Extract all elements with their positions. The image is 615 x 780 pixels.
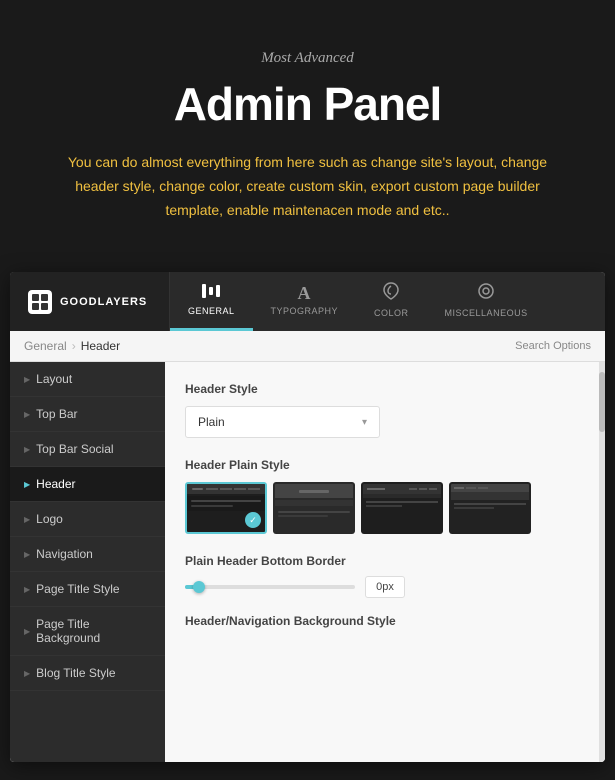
slider-section: Plain Header Bottom Border 0px xyxy=(185,554,585,598)
tab-general-label: GENERAL xyxy=(188,306,235,316)
sidebar-item-header[interactable]: ▶ Header xyxy=(10,467,165,502)
miscellaneous-icon xyxy=(477,282,495,304)
sidebar-item-top-bar-social[interactable]: ▶ Top Bar Social xyxy=(10,432,165,467)
breadcrumb: General › Header xyxy=(24,339,120,353)
scroll-thumb[interactable] xyxy=(599,372,605,432)
sidebar-item-page-title-background[interactable]: ▶ Page Title Background xyxy=(10,607,165,656)
hero-description: You can do almost everything from here s… xyxy=(58,151,558,222)
hero-section: Most Advanced Admin Panel You can do alm… xyxy=(0,0,615,262)
header-plain-style-label: Header Plain Style xyxy=(185,458,585,472)
tab-color-label: COLOR xyxy=(374,308,409,318)
logo-icon xyxy=(28,290,52,314)
style-card-1[interactable]: ✓ xyxy=(185,482,267,534)
sidebar-arrow-blog-title-style: ▶ xyxy=(24,669,30,678)
sidebar: ▶ Layout ▶ Top Bar ▶ Top Bar Social ▶ He… xyxy=(10,362,165,762)
sidebar-label-navigation: Navigation xyxy=(36,547,93,561)
style-cards-container: ✓ xyxy=(185,482,585,534)
sidebar-label-layout: Layout xyxy=(36,372,72,386)
search-options-link[interactable]: Search Options xyxy=(515,340,591,352)
breadcrumb-parent[interactable]: General xyxy=(24,339,67,353)
typography-icon: A xyxy=(298,284,312,302)
breadcrumb-separator: › xyxy=(72,339,76,353)
scrollbar[interactable] xyxy=(599,362,605,762)
slider-thumb[interactable] xyxy=(193,581,205,593)
sidebar-item-page-title-style[interactable]: ▶ Page Title Style xyxy=(10,572,165,607)
sidebar-arrow-page-title-style: ▶ xyxy=(24,585,30,594)
content-panel: Header Style Plain ▾ Header Plain Style xyxy=(165,362,605,762)
sidebar-arrow-logo: ▶ xyxy=(24,515,30,524)
slider-value-display: 0px xyxy=(365,576,405,598)
admin-header-bar: GOODLAYERS GENERAL A TYPOGRAPHY xyxy=(10,272,605,331)
hero-title: Admin Panel xyxy=(30,77,585,131)
main-content: ▶ Layout ▶ Top Bar ▶ Top Bar Social ▶ He… xyxy=(10,362,605,762)
general-icon xyxy=(202,284,220,302)
sidebar-arrow-page-title-background: ▶ xyxy=(24,627,30,636)
slider-track[interactable] xyxy=(185,585,355,589)
tab-miscellaneous[interactable]: MISCELLANEOUS xyxy=(427,272,546,331)
sidebar-item-navigation[interactable]: ▶ Navigation xyxy=(10,537,165,572)
admin-tabs: GENERAL A TYPOGRAPHY COLOR xyxy=(170,272,605,331)
sidebar-item-blog-title-style[interactable]: ▶ Blog Title Style xyxy=(10,656,165,691)
tab-miscellaneous-label: MISCELLANEOUS xyxy=(445,308,528,318)
nav-background-style-label: Header/Navigation Background Style xyxy=(185,614,585,628)
sidebar-item-layout[interactable]: ▶ Layout xyxy=(10,362,165,397)
sidebar-label-header: Header xyxy=(36,477,75,491)
sidebar-label-page-title-background: Page Title Background xyxy=(36,617,151,645)
sidebar-label-page-title-style: Page Title Style xyxy=(36,582,119,596)
style-card-3[interactable] xyxy=(361,482,443,534)
tab-typography[interactable]: A TYPOGRAPHY xyxy=(253,272,357,331)
sidebar-item-logo[interactable]: ▶ Logo xyxy=(10,502,165,537)
logo-text: GOODLAYERS xyxy=(60,296,147,308)
breadcrumb-current: Header xyxy=(81,339,120,353)
goodlayers-icon xyxy=(31,293,49,311)
sidebar-arrow-top-bar-social: ▶ xyxy=(24,445,30,454)
sidebar-label-logo: Logo xyxy=(36,512,63,526)
color-icon xyxy=(382,282,400,304)
style-card-4[interactable] xyxy=(449,482,531,534)
card-check-icon: ✓ xyxy=(245,512,261,528)
sidebar-arrow-top-bar: ▶ xyxy=(24,410,30,419)
dropdown-value: Plain xyxy=(198,415,225,429)
sidebar-label-top-bar-social: Top Bar Social xyxy=(36,442,113,456)
sidebar-label-top-bar: Top Bar xyxy=(36,407,77,421)
tab-typography-label: TYPOGRAPHY xyxy=(271,306,339,316)
sidebar-label-blog-title-style: Blog Title Style xyxy=(36,666,115,680)
header-style-label: Header Style xyxy=(185,382,585,396)
breadcrumb-bar: General › Header Search Options xyxy=(10,331,605,362)
logo-tab: GOODLAYERS xyxy=(10,272,170,331)
sidebar-arrow-header: ▶ xyxy=(24,480,30,489)
slider-label: Plain Header Bottom Border xyxy=(185,554,585,568)
sidebar-arrow-layout: ▶ xyxy=(24,375,30,384)
dropdown-arrow-icon: ▾ xyxy=(362,417,367,428)
admin-panel: GOODLAYERS GENERAL A TYPOGRAPHY xyxy=(10,272,605,762)
header-style-dropdown[interactable]: Plain ▾ xyxy=(185,406,380,438)
sidebar-item-top-bar[interactable]: ▶ Top Bar xyxy=(10,397,165,432)
style-card-2[interactable] xyxy=(273,482,355,534)
slider-row: 0px xyxy=(185,576,585,598)
tab-color[interactable]: COLOR xyxy=(356,272,427,331)
tab-general[interactable]: GENERAL xyxy=(170,272,253,331)
sidebar-arrow-navigation: ▶ xyxy=(24,550,30,559)
hero-subtitle: Most Advanced xyxy=(30,50,585,67)
